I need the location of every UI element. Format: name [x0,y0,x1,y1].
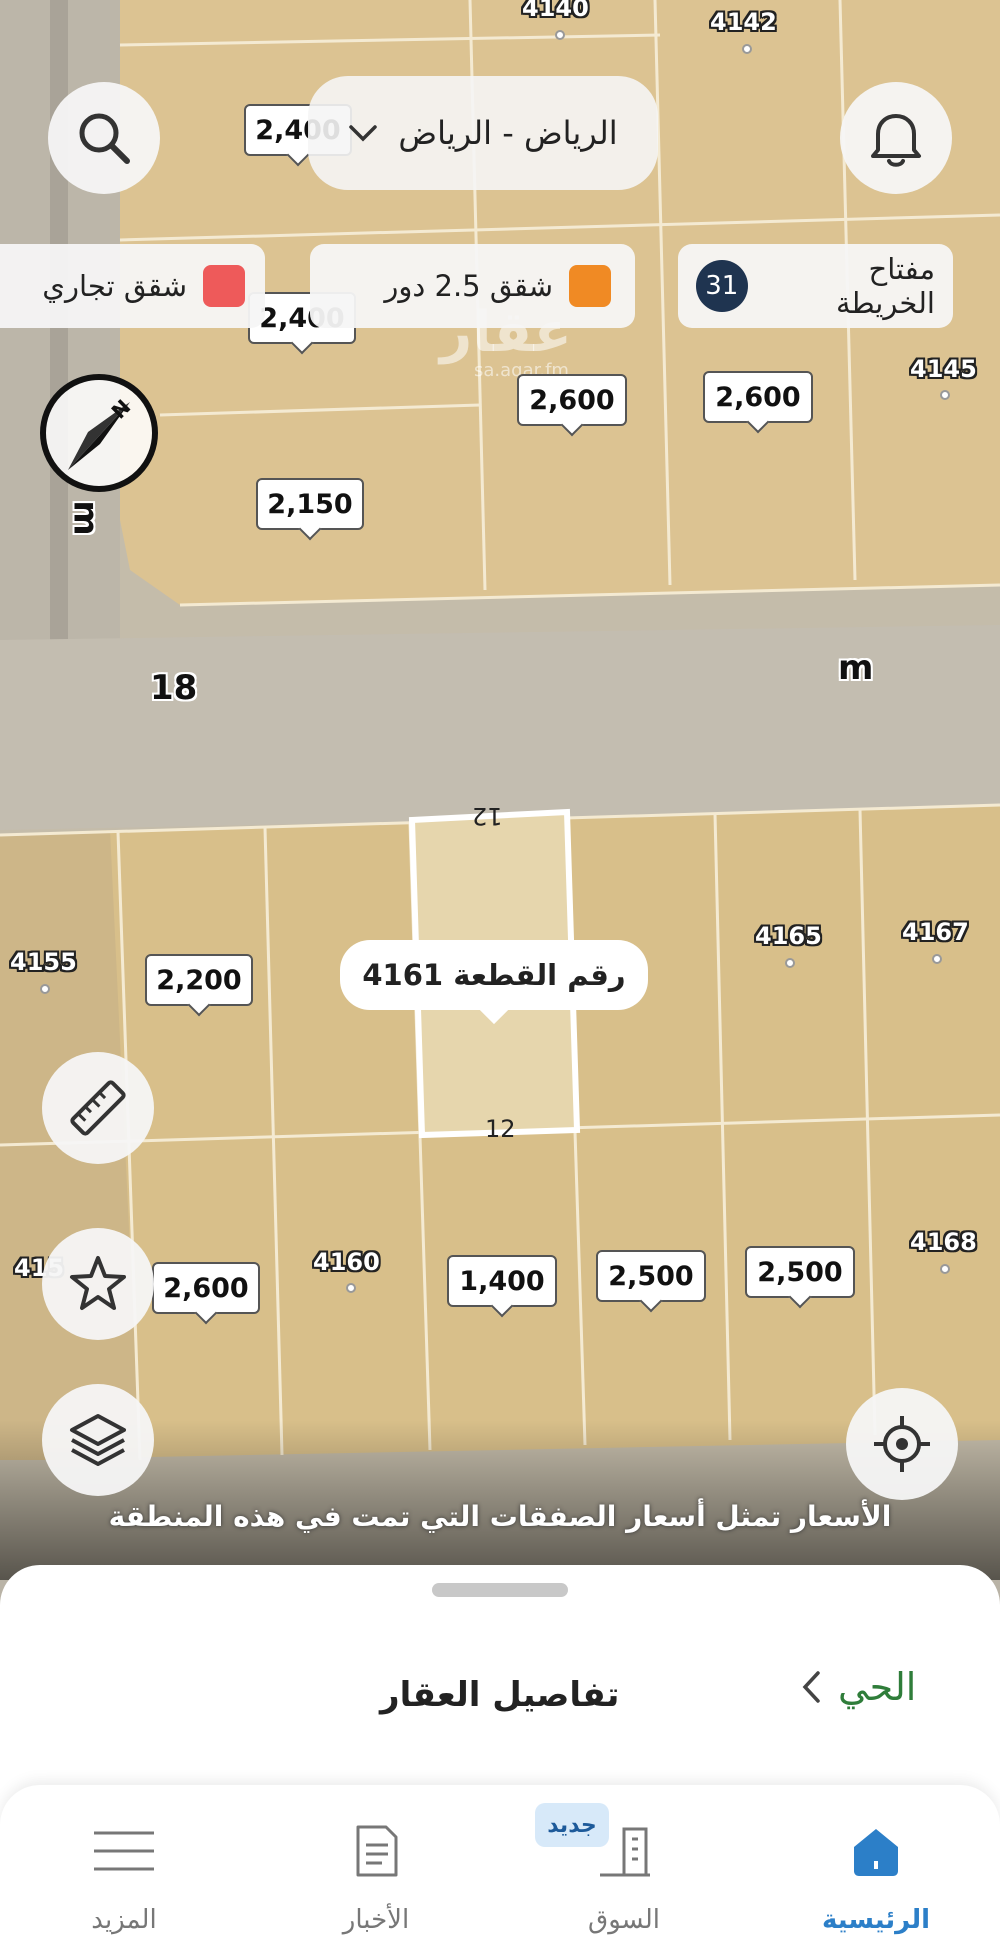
plot-marker-dot [785,958,795,968]
tab-news[interactable]: الأخبار [276,1785,476,1951]
price-marker[interactable]: 2,150 [256,478,364,530]
plot-number: 4160 [313,1248,380,1276]
map-key-button[interactable]: مفتاح الخريطة 31 [678,244,953,328]
new-badge: جديد [535,1803,609,1847]
plot-marker-dot [555,30,565,40]
chevron-down-icon [349,125,378,142]
search-icon [79,113,130,164]
chevron-left-icon [802,1671,820,1703]
neighborhood-link[interactable]: الحي [800,1665,916,1709]
price-marker[interactable]: 2,600 [152,1262,260,1314]
plot-number: 4167 [902,918,969,946]
tab-label: الرئيسية [821,1905,931,1935]
tab-more[interactable]: المزيد [24,1785,224,1951]
search-button[interactable] [48,82,160,194]
plot-marker-dot [940,390,950,400]
bottom-tab-bar: الرئيسية السوق الأخبار المزيد [0,1785,1000,1951]
star-icon [70,1256,126,1310]
layers-icon [70,1414,126,1466]
price-marker[interactable]: 2,500 [745,1246,855,1298]
legend-item-label: شقق 2.5 دور [384,269,553,303]
bell-icon [871,114,921,167]
plot-marker-dot [40,984,50,994]
tab-label: السوق [588,1905,660,1935]
compass-button[interactable]: N [38,372,160,494]
sheet-drag-handle[interactable] [432,1583,568,1597]
street-label: 18 [150,668,198,708]
map-background [0,0,1000,1580]
plot-number: 4142 [710,8,777,36]
home-icon [854,1829,898,1876]
city-selector[interactable]: الرياض - الرياض [308,76,658,190]
notifications-button[interactable] [840,82,952,194]
neighborhood-label: الحي [838,1665,917,1709]
street-label: m [838,648,874,688]
legend-item[interactable]: شقق 2.5 دور [310,244,635,328]
plot-number: 4155 [10,948,77,976]
tab-label: المزيد [91,1905,157,1935]
price-marker[interactable]: 2,500 [596,1250,706,1302]
plot-edge-length: 12 [485,1115,516,1143]
plot-number: 4140 [522,0,589,22]
menu-icon [94,1831,154,1871]
ruler-icon [70,1080,126,1136]
sheet-title: تفاصيل العقار [380,1675,620,1715]
map-view[interactable]: عقار sa.aqar.fm 4140 4142 4145 4155 4165… [0,0,1000,1580]
price-marker[interactable]: 2,600 [703,371,813,423]
plot-marker-dot [742,44,752,54]
city-selector-label: الرياض - الرياض [398,114,618,152]
plot-number: 4165 [755,922,822,950]
legend-item[interactable]: شقق تجاري [0,244,265,328]
plot-number: 4145 [910,355,977,383]
plot-marker-dot [940,1264,950,1274]
price-marker[interactable]: 1,400 [447,1255,557,1307]
map-key-count: 31 [696,260,748,312]
legend-swatch [569,265,611,307]
layers-button[interactable] [42,1384,154,1496]
compass-icon: N [40,374,158,492]
price-marker[interactable]: 2,200 [145,954,253,1006]
locate-me-button[interactable] [846,1388,958,1500]
selected-plot-popup[interactable]: رقم القطعة 4161 [340,940,648,1010]
tab-label: الأخبار [342,1905,410,1935]
price-marker[interactable]: 2,600 [517,374,627,426]
street-label: m [65,500,106,536]
price-note: الأسعار تمثل أسعار الصفقات التي تمت في ه… [108,1500,892,1533]
plot-number: 4168 [910,1228,977,1256]
favorites-button[interactable] [42,1228,154,1340]
map-key-label: مفتاح الخريطة [835,252,935,320]
plot-edge-length: 12 [472,802,503,830]
measure-button[interactable] [42,1052,154,1164]
plot-marker-dot [346,1283,356,1293]
tab-home[interactable]: الرئيسية [776,1785,976,1951]
news-icon [356,1825,398,1877]
crosshair-icon [874,1416,930,1472]
legend-item-label: شقق تجاري [42,269,187,303]
plot-marker-dot [932,954,942,964]
legend-swatch [203,265,245,307]
